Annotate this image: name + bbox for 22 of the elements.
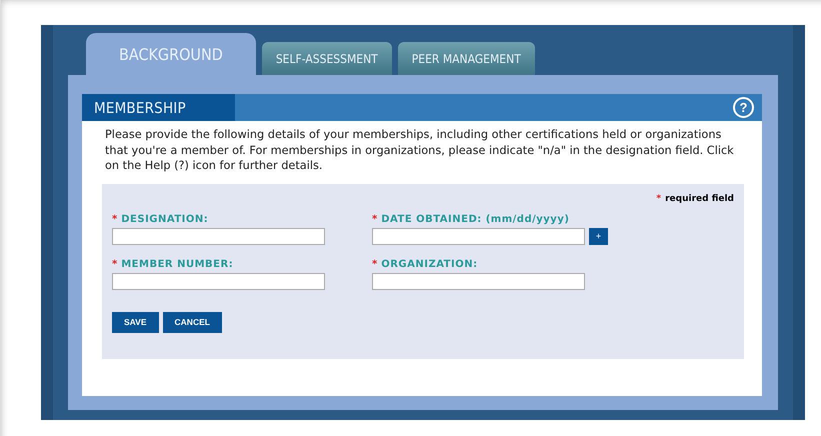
- date-field[interactable]: [372, 228, 585, 244]
- input-field[interactable]: [112, 228, 325, 244]
- required-asterisk: *: [656, 194, 662, 204]
- help-button[interactable]: ?: [733, 97, 754, 118]
- field-label: ORGANIZATION:: [381, 258, 478, 270]
- intro-text: Please provide the following details of your memberships, including other certifications held or organizations that you're a member of. For memberships in organizations, please indicate "n/a" in the designation field. Click on the Help (?) icon for further details.: [105, 127, 735, 174]
- tab[interactable]: SELF-ASSESSMENT: [262, 42, 392, 75]
- section-title: MEMBERSHIP: [94, 98, 186, 116]
- required-asterisk: *: [372, 258, 378, 270]
- form-button[interactable]: CANCEL: [162, 312, 222, 332]
- form-button[interactable]: SAVE: [112, 312, 159, 332]
- field-label: MEMBER NUMBER:: [121, 258, 234, 270]
- field-label: DATE OBTAINED: (mm/dd/yyyy): [381, 214, 570, 224]
- date-picker-button[interactable]: +: [589, 228, 608, 244]
- required-asterisk: *: [112, 258, 118, 270]
- input-field[interactable]: [112, 272, 325, 290]
- required-asterisk: *: [112, 214, 118, 224]
- required-asterisk: *: [372, 214, 378, 224]
- field-label: DESIGNATION:: [121, 214, 208, 224]
- required-note: required field: [665, 194, 734, 204]
- tab[interactable]: PEER MANAGEMENT: [398, 42, 535, 75]
- input-field[interactable]: [372, 272, 585, 290]
